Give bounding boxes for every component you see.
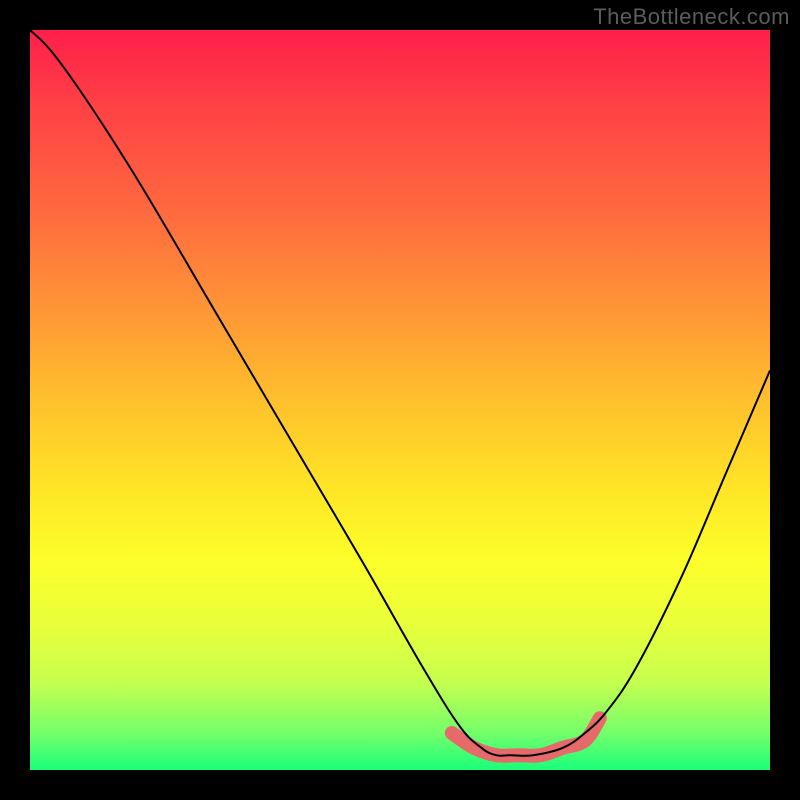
bottleneck-curve	[30, 30, 770, 756]
chart-overlay	[30, 30, 770, 770]
chart-frame: TheBottleneck.com	[0, 0, 800, 800]
optimal-zone-highlight	[452, 718, 600, 756]
watermark-text: TheBottleneck.com	[593, 4, 790, 30]
